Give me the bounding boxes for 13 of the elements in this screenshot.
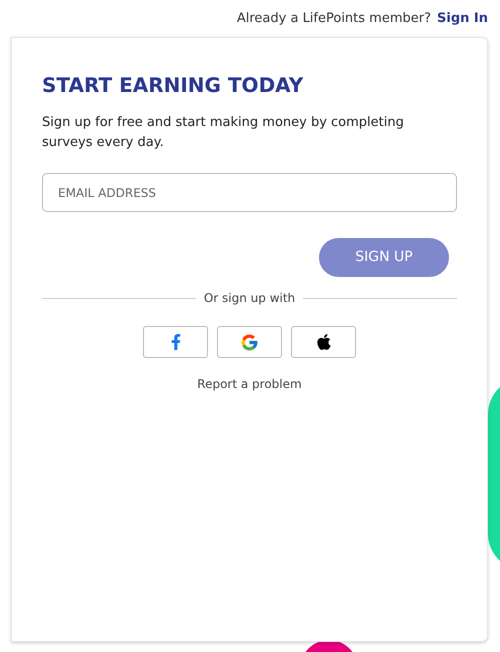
facebook-icon	[168, 334, 182, 350]
email-field[interactable]: EMAIL ADDRESS	[42, 173, 457, 212]
sign-in-link[interactable]: Sign In	[437, 8, 488, 28]
card-title: START EARNING TODAY	[42, 72, 304, 99]
divider-label: Or sign up with	[204, 290, 296, 307]
apple-sign-up-button[interactable]	[291, 326, 356, 358]
google-sign-up-button[interactable]	[217, 326, 282, 358]
google-icon	[240, 332, 259, 352]
member-prompt: Already a LifePoints member?	[236, 10, 431, 28]
facebook-sign-up-button[interactable]	[143, 326, 208, 358]
report-problem-link[interactable]: Report a problem	[197, 375, 302, 393]
card-description: Sign up for free and start making money by completing surveys every day.	[42, 114, 405, 152]
apple-icon	[314, 333, 332, 351]
